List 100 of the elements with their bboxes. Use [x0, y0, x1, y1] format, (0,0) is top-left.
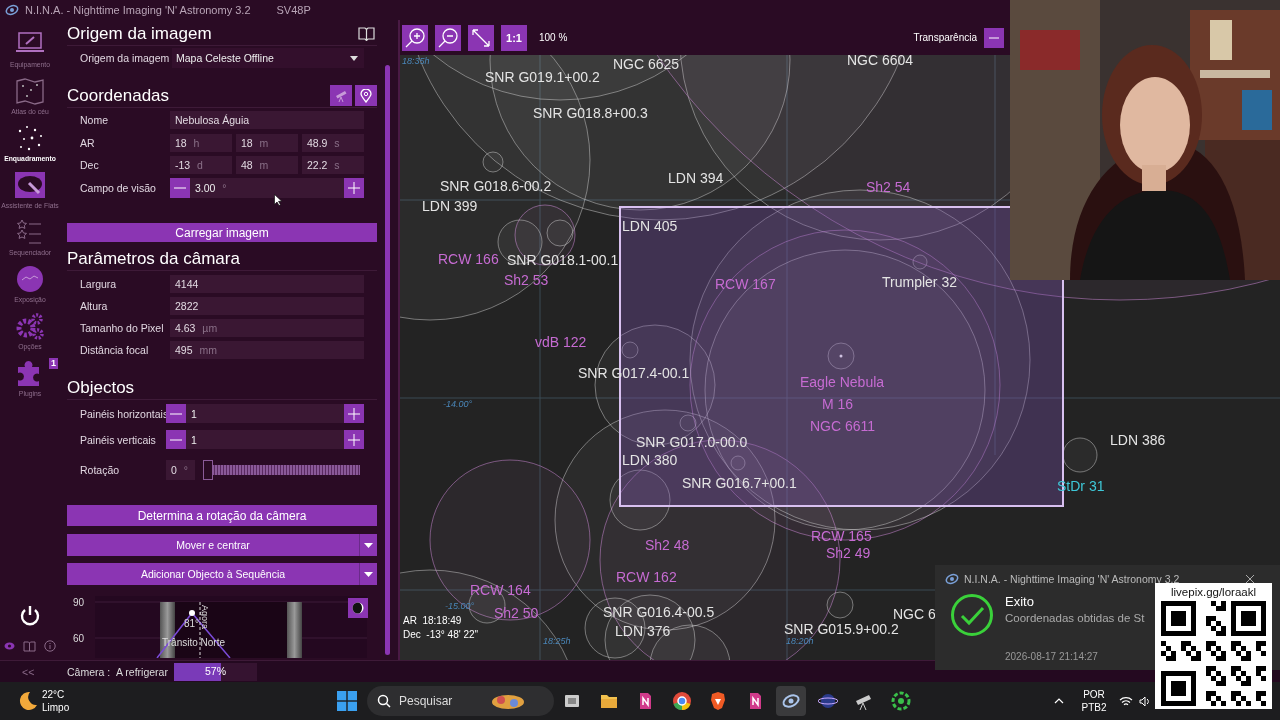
dropdown-button[interactable] [359, 563, 377, 585]
action-button[interactable]: Mover e centrar [67, 534, 359, 556]
eye-icon[interactable] [4, 642, 15, 650]
grid-label: -15.00° [445, 600, 475, 612]
field-label: Tamanho do Pixel [79, 322, 165, 334]
keyboard-layout[interactable]: PTB2 [1081, 701, 1107, 714]
device-label: Câmera : [67, 665, 112, 678]
collapse-button[interactable]: << [0, 665, 67, 678]
load-image-button[interactable]: Carregar imagem [67, 223, 377, 242]
field-label: Largura [79, 278, 118, 290]
notification-title: Exito [1005, 594, 1034, 609]
plus-icon [348, 407, 360, 420]
object-label: RCW 164 [470, 581, 531, 599]
planet-icon[interactable] [817, 691, 838, 711]
slider-thumb[interactable] [203, 460, 213, 480]
object-label: NGC 6 [893, 605, 936, 623]
app-logo-icon [5, 3, 19, 17]
coordinate-field[interactable]: 48.9 s [302, 134, 364, 152]
actual-size-button[interactable]: 1:1 [501, 24, 527, 51]
caret-icon [364, 542, 373, 548]
moon-button[interactable] [348, 598, 368, 618]
camera-field[interactable]: 4144 [170, 275, 364, 293]
section-heading: Objectos [67, 377, 135, 398]
notification-badge: 1 [49, 358, 58, 369]
field-label: AR [79, 137, 96, 149]
taskbar-app-icon[interactable] [890, 691, 911, 711]
location-button[interactable] [355, 85, 377, 106]
camera-field[interactable]: 4.63 µm [170, 319, 364, 337]
image-source-dropdown[interactable]: Mapa Celeste Offline [172, 48, 364, 68]
rotation-field[interactable]: 0 ° [166, 460, 195, 480]
coordinate-field[interactable]: 18 m [236, 134, 298, 152]
cursor-coordinate: Dec -13° 48' 22" [403, 628, 479, 642]
field-label: Painéis horizontais [79, 407, 166, 420]
app-logo-icon[interactable] [781, 691, 801, 711]
language-indicator[interactable]: POR [1083, 688, 1105, 701]
search-field[interactable]: Pesquisar [367, 686, 554, 716]
app-logo-icon [945, 572, 959, 586]
object-label: Eagle Nebula [800, 373, 885, 391]
object-label: Sh2 48 [645, 536, 690, 554]
object-label: NGC 6625 [613, 55, 680, 73]
notification-time: 2026-08-17 21:14:27 [1005, 651, 1098, 662]
flats-icon [15, 170, 45, 200]
telescope-button[interactable] [330, 85, 352, 106]
field-label: Campo de visão [79, 182, 157, 194]
object-label: LDN 376 [615, 622, 671, 640]
action-button[interactable]: Adicionar Objecto à Sequência [67, 563, 359, 585]
camera-field[interactable]: 2822 [170, 297, 364, 315]
object-label: SNR G017.0-00.0 [636, 433, 748, 451]
name-field[interactable]: Nebulosa Águia [170, 111, 364, 129]
object-label: Sh2 50 [494, 604, 539, 622]
object-label: Sh2 49 [826, 544, 871, 562]
caret-icon [364, 571, 373, 577]
chart-label: Agora [200, 605, 210, 630]
grid-label: -14.00° [443, 398, 473, 410]
scrollbar[interactable] [385, 65, 390, 655]
wifi-icon[interactable] [1118, 695, 1133, 707]
telescope-icon [334, 89, 348, 102]
fit-button[interactable] [468, 24, 494, 51]
minus-icon [174, 187, 186, 189]
object-label: RCW 165 [811, 527, 872, 545]
increase-button[interactable] [344, 404, 364, 423]
info-icon[interactable] [44, 640, 56, 652]
zoom-in-icon [404, 26, 426, 49]
coordinate-field[interactable]: 48 m [236, 156, 298, 174]
action-button[interactable]: Determina a rotação da câmera [67, 505, 377, 526]
coordinate-field[interactable]: 18 h [170, 134, 232, 152]
increase-button[interactable] [344, 178, 364, 198]
field-label: Origem da imagem [79, 52, 170, 64]
browser-icon[interactable] [671, 691, 692, 711]
increase-button[interactable] [344, 430, 364, 449]
minus-icon [170, 412, 182, 415]
object-label: NGC 6604 [847, 55, 914, 69]
zoom-out-button[interactable] [435, 24, 461, 51]
windows-start-icon[interactable] [337, 691, 357, 711]
dropdown-button[interactable] [359, 534, 377, 556]
object-label: RCW 166 [438, 250, 499, 268]
section-heading: Origem da imagem [67, 23, 212, 44]
shield-browser-icon[interactable] [708, 691, 728, 711]
close-icon[interactable] [1245, 574, 1255, 584]
minus-icon [989, 36, 999, 39]
plus-icon [348, 182, 360, 194]
minus-icon [170, 438, 182, 441]
object-label: M 16 [822, 395, 854, 413]
object-label: SNR G018.1-00.1 [507, 251, 619, 269]
coordinate-field[interactable]: 22.2 s [302, 156, 364, 174]
field-label: Altura [79, 300, 109, 312]
chevron-up-icon[interactable] [1053, 698, 1064, 704]
decrease-button[interactable] [984, 27, 1004, 48]
grid-label: 18:25h [543, 635, 571, 647]
speaker-icon[interactable] [1138, 695, 1151, 707]
object-label: Sh2 53 [504, 271, 549, 289]
camera-field[interactable]: 495 mm [170, 341, 364, 359]
coordinate-field[interactable]: -13 d [170, 156, 232, 174]
power-icon[interactable] [18, 604, 42, 628]
settings-icon [15, 311, 45, 341]
object-label: NGC 6611 [810, 417, 876, 435]
window-title: N.I.N.A. - Nighttime Imaging 'N' Astronomy 3.2 [25, 4, 251, 16]
object-label: RCW 162 [616, 568, 677, 586]
transparency-label: Transparência [913, 32, 977, 43]
zoom-in-button[interactable] [402, 24, 428, 51]
